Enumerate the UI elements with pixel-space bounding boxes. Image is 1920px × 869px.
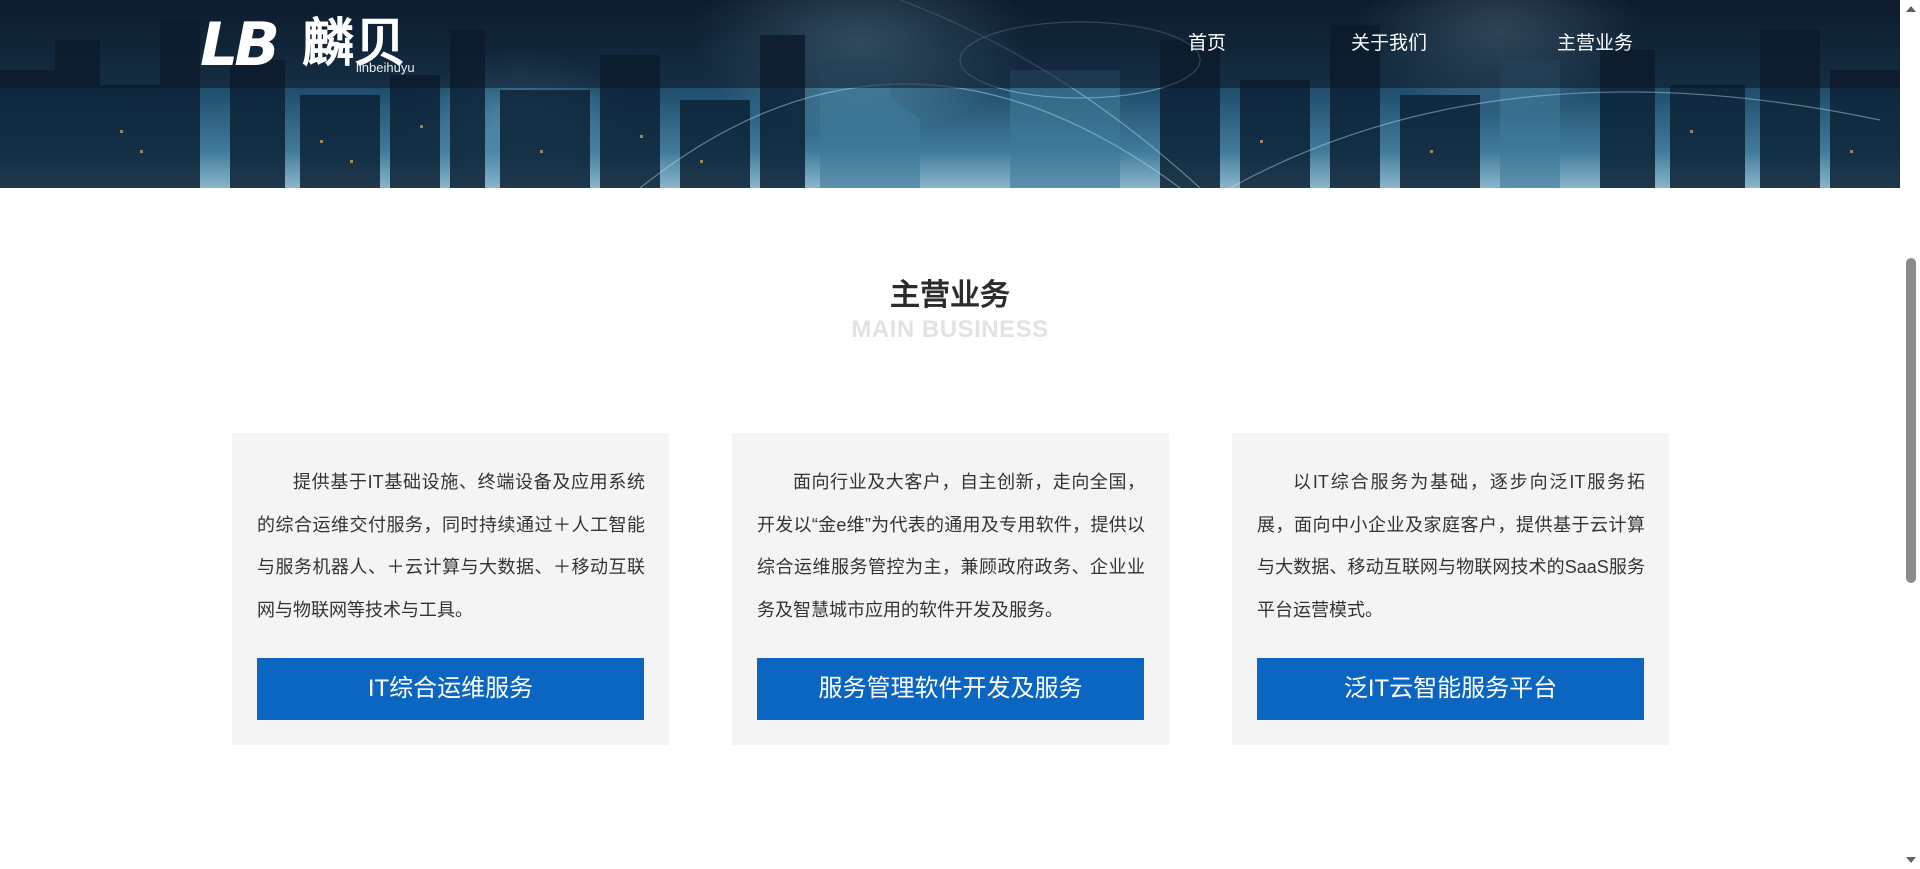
nav-item-about[interactable]: 关于我们 [1351, 30, 1427, 58]
header-bar: LB 麟贝 linbeihuyu 首页 关于我们 主营业务 [0, 0, 1900, 88]
scroll-down-arrow-icon[interactable] [1906, 857, 1916, 863]
scrollbar-thumb[interactable] [1906, 258, 1916, 583]
vertical-scrollbar[interactable] [1903, 0, 1920, 869]
main-nav: 首页 关于我们 主营业务 [0, 30, 1900, 58]
scroll-up-arrow-icon[interactable] [1906, 6, 1916, 12]
card-description: 以IT综合服务为基础，逐步向泛IT服务拓展，面向中小企业及家庭客户，提供基于云计… [1257, 472, 1645, 620]
card-description: 面向行业及大客户，自主创新，走向全国，开发以“金e维”为代表的通用及专用软件，提… [757, 472, 1145, 620]
nav-item-business[interactable]: 主营业务 [1557, 30, 1633, 58]
software-service-button[interactable]: 服务管理软件开发及服务 [757, 658, 1144, 720]
page: LB 麟贝 linbeihuyu 首页 关于我们 主营业务 主营业务 MAIN … [0, 0, 1900, 869]
cloud-platform-button[interactable]: 泛IT云智能服务平台 [1257, 658, 1644, 720]
business-card-software: 面向行业及大客户，自主创新，走向全国，开发以“金e维”为代表的通用及专用软件，提… [732, 433, 1169, 745]
it-ops-service-button[interactable]: IT综合运维服务 [257, 658, 644, 720]
business-card-it-ops: 提供基于IT基础设施、终端设备及应用系统的综合运维交付服务，同时持续通过＋人工智… [232, 433, 669, 745]
business-card-cloud: 以IT综合服务为基础，逐步向泛IT服务拓展，面向中小企业及家庭客户，提供基于云计… [1232, 433, 1669, 745]
card-description: 提供基于IT基础设施、终端设备及应用系统的综合运维交付服务，同时持续通过＋人工智… [257, 472, 645, 620]
section-title: 主营业务 [890, 279, 1010, 312]
header-banner: LB 麟贝 linbeihuyu 首页 关于我们 主营业务 [0, 0, 1900, 188]
nav-item-home[interactable]: 首页 [1188, 30, 1226, 58]
section-subtitle: MAIN BUSINESS [851, 316, 1049, 343]
logo-subtitle: linbeihuyu [356, 60, 415, 75]
